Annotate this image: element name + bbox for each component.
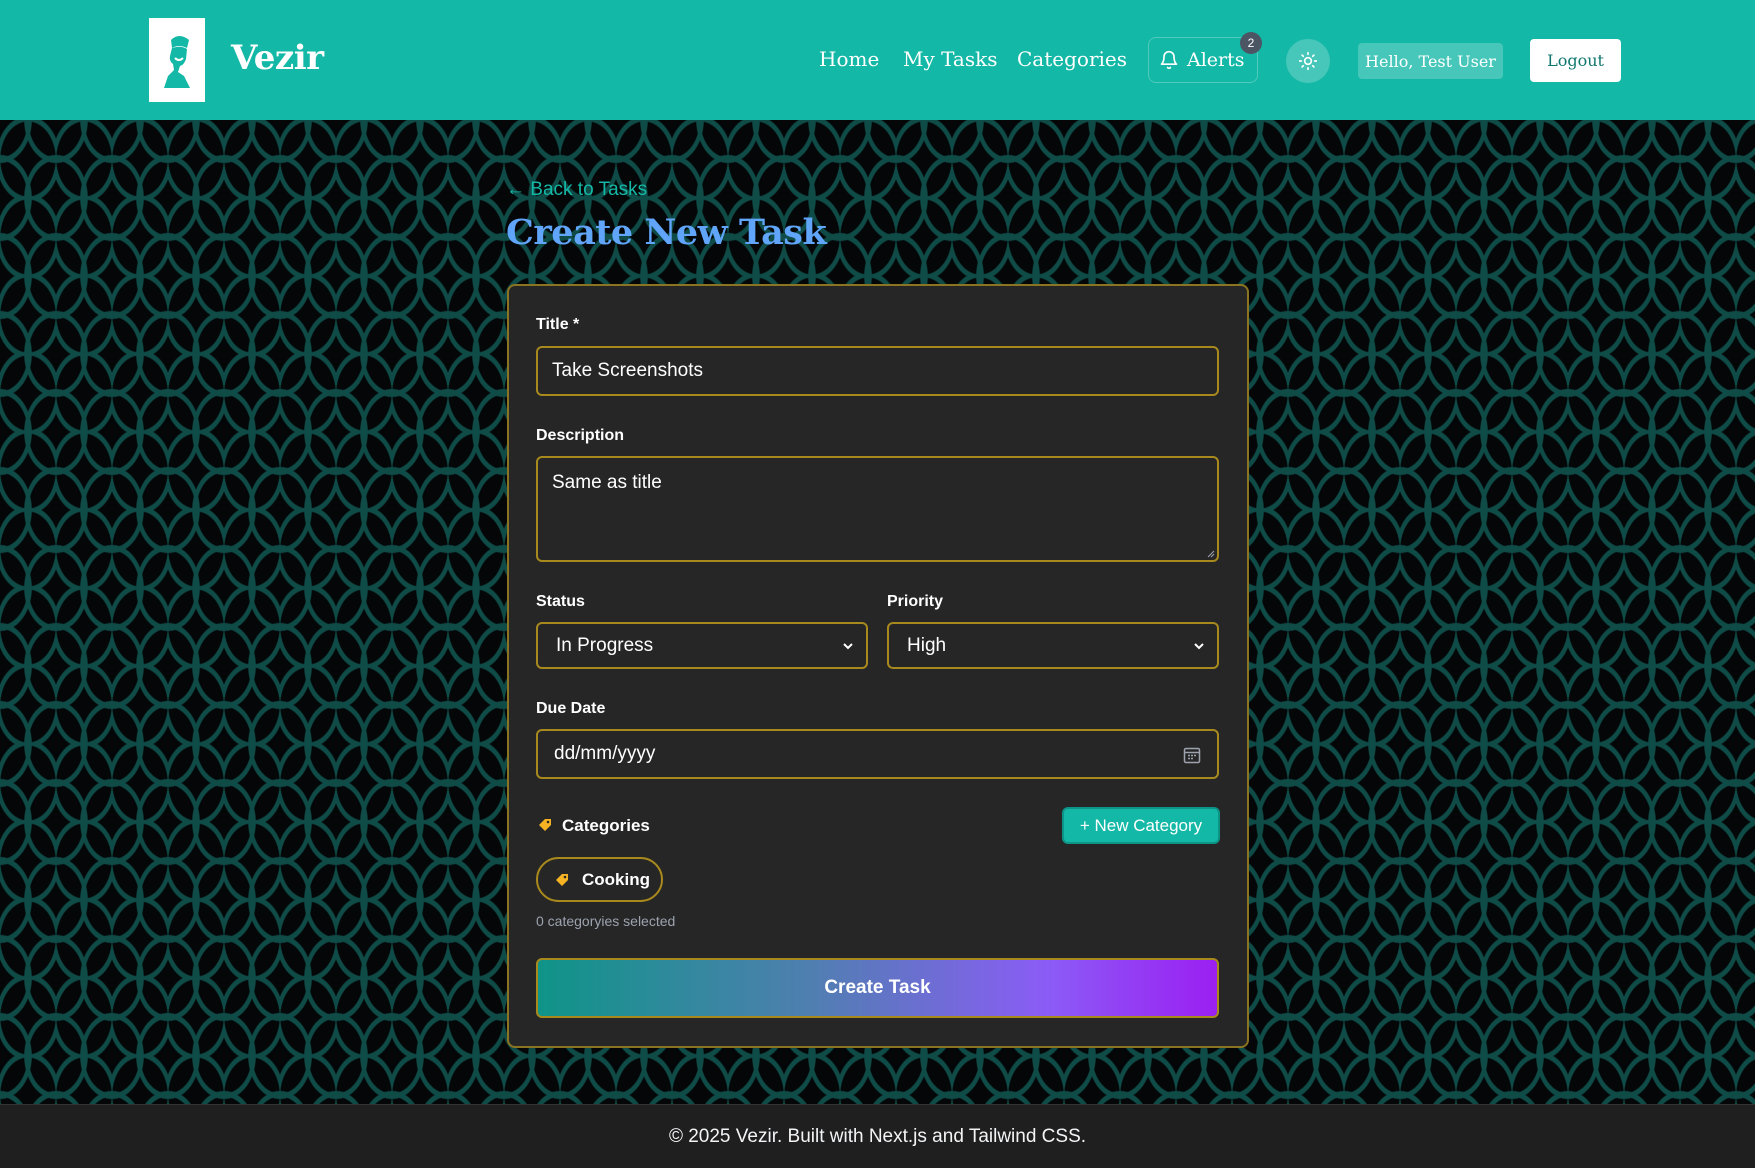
title-label: Title * bbox=[536, 316, 580, 333]
theme-toggle-button[interactable] bbox=[1286, 39, 1330, 83]
nav-home[interactable]: Home bbox=[819, 47, 879, 71]
page-title: Create New Task bbox=[506, 212, 827, 253]
logout-button[interactable]: Logout bbox=[1530, 39, 1621, 82]
categories-selected-hint: 0 categoryies selected bbox=[536, 913, 676, 929]
due-date-placeholder: dd/mm/yyyy bbox=[554, 743, 656, 764]
new-category-button[interactable]: + New Category bbox=[1062, 807, 1220, 844]
alerts-count-badge: 2 bbox=[1240, 32, 1262, 54]
resize-handle-icon bbox=[1207, 550, 1215, 558]
sun-icon bbox=[1298, 51, 1318, 71]
description-label: Description bbox=[536, 427, 625, 444]
priority-select[interactable]: High bbox=[887, 622, 1219, 669]
nav-categories[interactable]: Categories bbox=[1017, 47, 1127, 71]
status-value: In Progress bbox=[556, 634, 654, 656]
status-select[interactable]: In Progress bbox=[536, 622, 868, 669]
vizier-portrait-icon bbox=[164, 36, 190, 88]
priority-label: Priority bbox=[887, 593, 944, 610]
tag-icon bbox=[556, 873, 568, 886]
footer-text: © 2025 Vezir. Built with Next.js and Tai… bbox=[668, 1125, 1087, 1147]
chevron-down-icon bbox=[843, 642, 853, 649]
create-task-button[interactable]: Create Task bbox=[536, 958, 1219, 1018]
description-textarea[interactable]: Same as title bbox=[536, 456, 1219, 562]
due-date-input[interactable]: dd/mm/yyyy bbox=[536, 729, 1219, 779]
logo[interactable] bbox=[149, 18, 205, 102]
footer: © 2025 Vezir. Built with Next.js and Tai… bbox=[0, 1104, 1755, 1168]
category-chip-label: Cooking bbox=[582, 869, 650, 889]
priority-value: High bbox=[907, 634, 947, 656]
brand-name[interactable]: Vezir bbox=[231, 38, 324, 78]
status-label: Status bbox=[536, 593, 585, 610]
top-navbar: Vezir Home My Tasks Categories Alerts 2 … bbox=[0, 0, 1755, 120]
chevron-down-icon bbox=[1194, 642, 1204, 649]
tag-icon bbox=[539, 819, 551, 831]
due-date-label: Due Date bbox=[536, 700, 606, 717]
back-to-tasks-link[interactable]: ← Back to Tasks bbox=[506, 179, 647, 201]
title-input[interactable]: Take Screenshots bbox=[536, 346, 1219, 396]
calendar-icon[interactable] bbox=[1183, 746, 1201, 764]
user-greeting: Hello, Test User bbox=[1358, 43, 1503, 79]
bell-icon bbox=[1160, 50, 1178, 70]
categories-label: Categories bbox=[562, 816, 650, 835]
description-text: Same as title bbox=[552, 472, 662, 493]
category-chip-cooking[interactable]: Cooking bbox=[536, 857, 663, 902]
nav-my-tasks[interactable]: My Tasks bbox=[903, 47, 998, 71]
alerts-label: Alerts bbox=[1187, 49, 1245, 71]
